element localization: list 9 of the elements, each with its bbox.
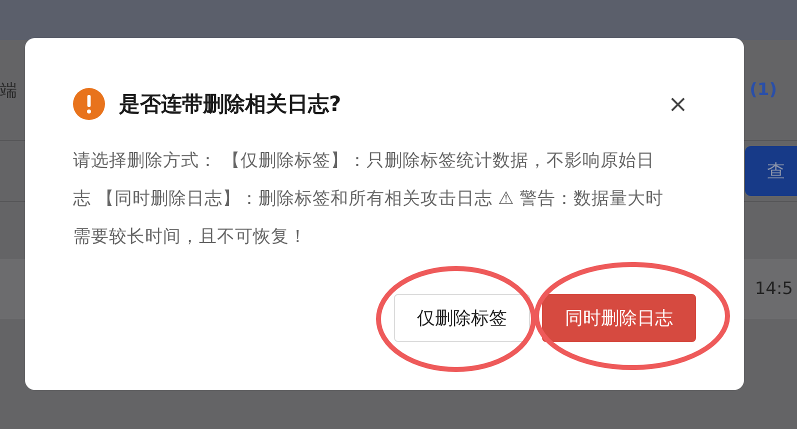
close-button[interactable]: ×: [668, 92, 688, 116]
dialog-title: 是否连带删除相关日志?: [119, 91, 342, 118]
confirm-button[interactable]: 同时删除日志: [542, 294, 696, 342]
background-label: 端: [0, 80, 17, 102]
dialog-message: 请选择删除方式： 【仅删除标签】：只删除标签统计数据，不影响原始日志 【同时删除日志】：删除标签和所有相关攻击日志 ⚠ 警告：数据量大时需要较长时间，且不可恢复！: [73, 150, 664, 249]
result-count: (1): [750, 80, 778, 100]
cancel-button[interactable]: 仅删除标签: [394, 294, 530, 342]
warning-icon: [73, 88, 105, 120]
time-cell-text: 14:5: [754, 279, 794, 299]
